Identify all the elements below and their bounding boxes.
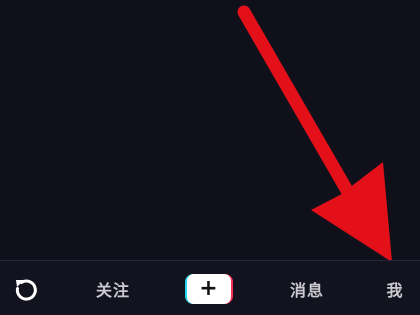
- tab-follow-label: 关注: [95, 280, 130, 300]
- plus-icon: +: [187, 273, 231, 304]
- create-button-graphic: +: [185, 273, 233, 304]
- tab-me-label: 我: [386, 280, 404, 300]
- video-content-area[interactable]: [0, 0, 420, 258]
- bottom-tab-bar: 关注 + 消息 我: [0, 260, 420, 315]
- app-screen: 关注 + 消息 我: [0, 0, 420, 315]
- refresh-button[interactable]: [0, 261, 52, 315]
- tab-messages[interactable]: 消息: [278, 261, 336, 315]
- tab-follow[interactable]: 关注: [84, 261, 142, 315]
- tab-me[interactable]: 我: [374, 261, 416, 315]
- tab-messages-label: 消息: [289, 280, 324, 300]
- refresh-icon: [15, 279, 37, 301]
- create-button[interactable]: +: [178, 261, 240, 315]
